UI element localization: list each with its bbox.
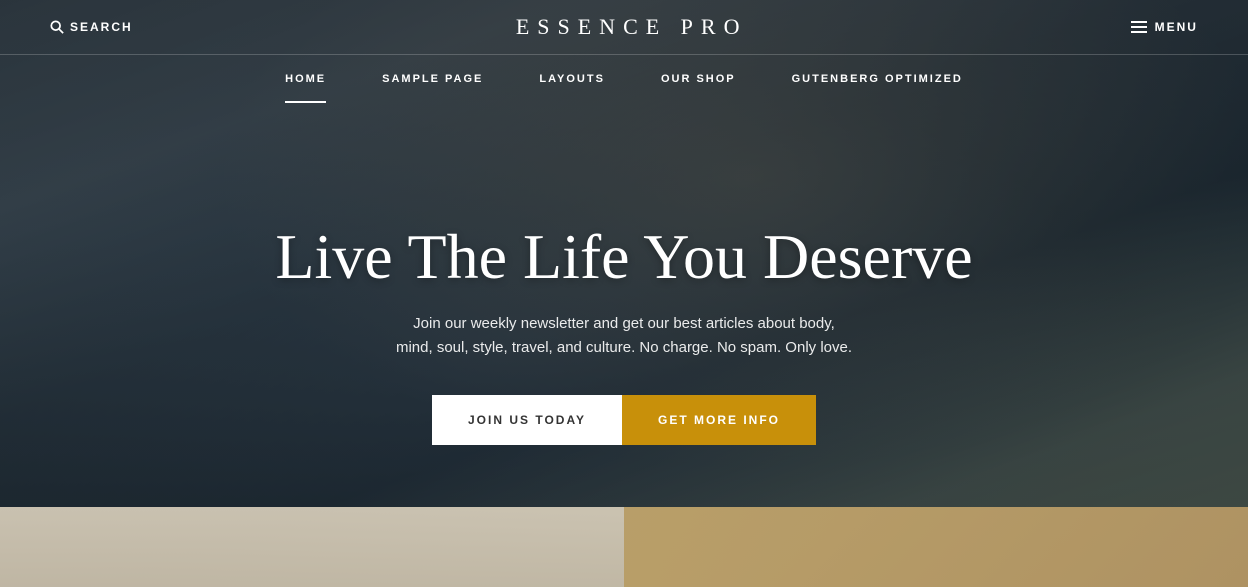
hero-subtitle: Join our weekly newsletter and get our b… [394,312,854,360]
hamburger-icon [1131,21,1147,33]
menu-label: MENU [1155,20,1198,34]
header-top-bar: SEARCH ESSENCE PRO MENU [0,0,1248,55]
nav-item-our-shop[interactable]: OUR SHOP [633,55,764,103]
site-title: ESSENCE PRO [516,14,748,40]
menu-button[interactable]: MENU [1131,20,1198,34]
search-button[interactable]: SEARCH [50,20,133,34]
thumbnail-left [0,507,624,587]
search-icon [50,20,64,34]
nav-item-sample-page[interactable]: SAMPLE PAGE [354,55,511,103]
hero-title: Live The Life You Deserve [275,222,972,292]
thumbnail-right [624,507,1248,587]
nav-item-layouts[interactable]: LAYOUTS [511,55,633,103]
get-more-info-button[interactable]: GET MORE INFO [622,395,816,445]
site-header: SEARCH ESSENCE PRO MENU HOME SAMPLE PAGE… [0,0,1248,103]
hero-section: SEARCH ESSENCE PRO MENU HOME SAMPLE PAGE… [0,0,1248,587]
hero-buttons: JOIN US TODAY GET MORE INFO [432,395,816,445]
main-nav: HOME SAMPLE PAGE LAYOUTS OUR SHOP GUTENB… [0,55,1248,103]
join-us-button[interactable]: JOIN US TODAY [432,395,622,445]
nav-item-home[interactable]: HOME [257,55,354,103]
nav-item-gutenberg[interactable]: GUTENBERG OPTIMIZED [764,55,991,103]
search-label: SEARCH [70,20,133,34]
bottom-thumbnails [0,507,1248,587]
